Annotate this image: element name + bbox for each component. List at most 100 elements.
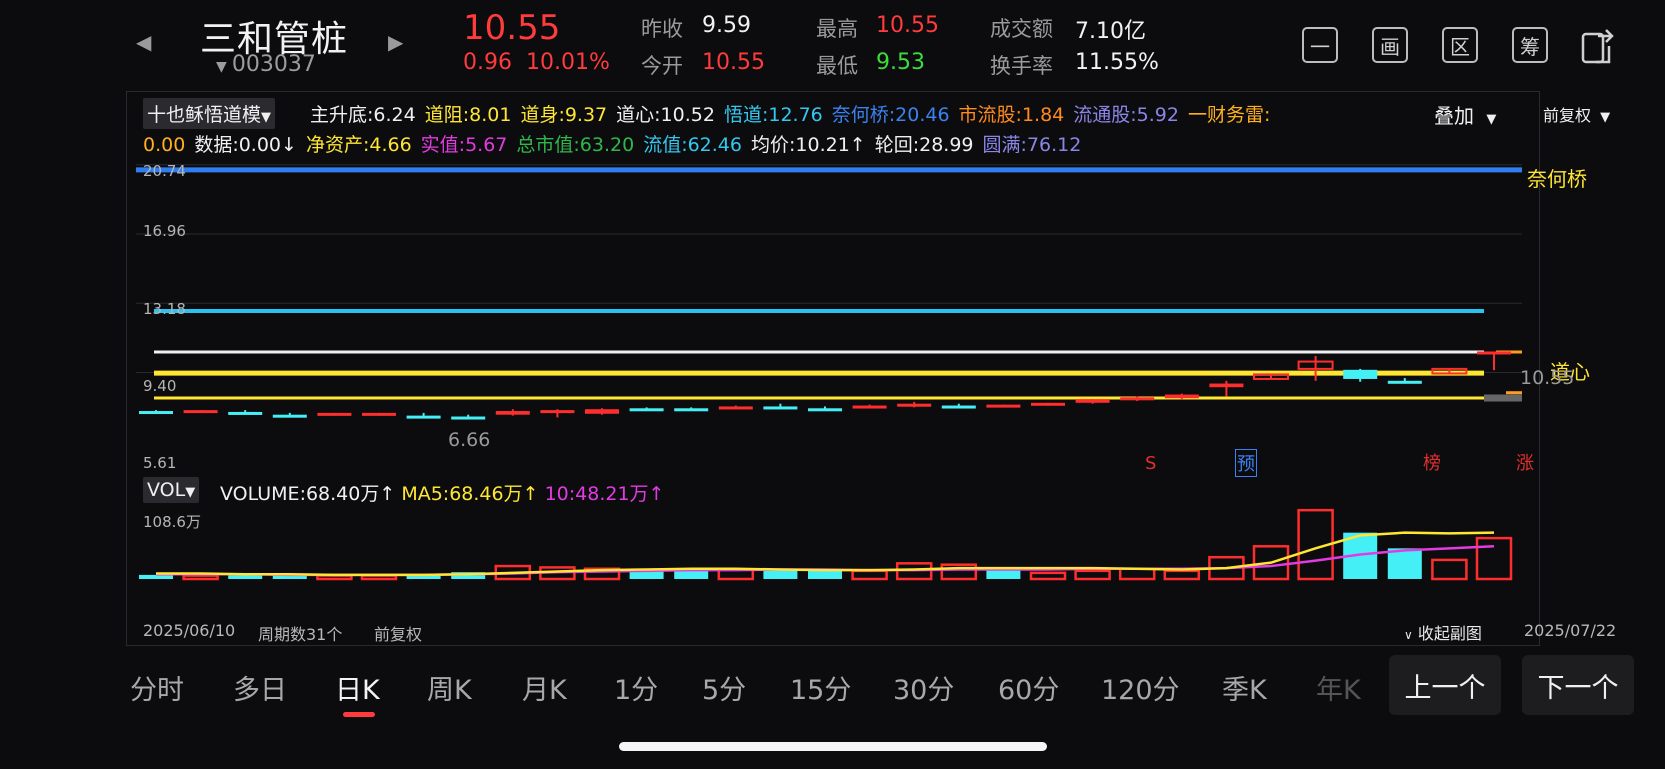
tab-daily-k[interactable]: 日K [335,668,380,707]
adjust-dropdown[interactable]: 前复权 ▼ [1543,102,1610,126]
open-label: 今开 [641,54,683,78]
range-button[interactable]: 区 [1442,27,1478,63]
indicator-legend-item: 一财务雷: [1187,104,1271,126]
prev-close-value: 9.59 [702,13,751,38]
overlay-dropdown[interactable]: 叠加 ▼ [1434,100,1496,129]
indicator-legend-item: 悟道:12.76 [723,104,823,126]
indicator-legend-item: 轮回:28.99 [874,134,974,156]
chip-button[interactable]: 筹 [1512,27,1548,63]
next-stock-icon[interactable]: ▶ [388,30,403,54]
min-price-label: 6.66 [448,429,491,451]
chevron-down-icon: ▼ [1486,112,1497,127]
volume-chart[interactable] [126,505,1540,625]
candle-body [585,409,619,414]
high-label: 最高 [816,17,858,41]
volume-bar [763,570,798,579]
candle-body [1387,380,1422,384]
indicator-legend-item: 均价:10.21↑ [750,134,866,156]
indicator-selector[interactable]: 十也稣悟道模▼ [143,98,276,129]
prev-stock-icon[interactable]: ◀ [136,30,151,54]
prev-stock-button[interactable]: 上一个 [1389,655,1501,715]
low-label: 最低 [816,54,858,78]
amount-label: 成交额 [990,17,1053,41]
overlay-label: 叠加 [1434,104,1474,128]
candle-body [1031,402,1065,406]
candle-body [674,408,709,412]
y-tick-4: 9.40 [143,377,177,395]
tab-monthly-k[interactable]: 月K [522,668,567,707]
indicator-legend-item: 市流股:1.84 [958,104,1065,126]
tab-year-k[interactable]: 年K [1316,668,1361,707]
open-value: 10.55 [702,50,765,75]
candle-body [183,410,218,414]
marker-zhang: 涨 [1516,453,1534,474]
volume-bar [1431,558,1468,581]
candle-body [629,408,664,412]
amount-value: 7.10亿 [1075,19,1146,44]
price-change-pct: 10.01% [526,50,610,75]
draw-button[interactable]: 画 [1372,27,1408,63]
indicator-legend-row1: 主升底:6.24 道阻:8.01 道身:9.37 道心:10.52 悟道:12.76 奈何… [310,100,1279,127]
indicator-legend-item: 0.00 [143,134,186,156]
tab-60min[interactable]: 60分 [998,668,1059,707]
tab-fenshi[interactable]: 分时 [130,668,184,707]
candle-body [763,406,798,410]
collapse-label: 收起副图 [1417,624,1482,643]
indicator-legend-item: 流值:62.46 [643,134,742,156]
chevron-down-icon: ▼ [185,485,196,500]
indicator-legend-item: 道阻:8.01 [424,104,512,126]
candle-body [941,405,976,409]
candle-body [1120,397,1155,401]
candle-body [1075,399,1110,403]
indicator-legend-row2: 0.00 数据:0.00↓ 净资产:4.66 实值:5.67 总市值:63.20 流值:6… [143,130,1090,157]
volume-bar [1074,569,1111,581]
draw-line-button[interactable]: 一 [1302,27,1338,63]
marker-yu: 预 [1235,449,1257,477]
volume-selector[interactable]: VOL▼ [143,477,200,503]
tab-120min[interactable]: 120分 [1101,668,1180,707]
share-icon[interactable] [1580,24,1620,66]
naihe-label: 奈何桥 [1527,167,1587,191]
tab-season-k[interactable]: 季K [1222,668,1267,707]
tab-30min[interactable]: 30分 [893,668,954,707]
y-tick-3: 13.18 [143,300,186,318]
tab-weekly-k[interactable]: 周K [427,668,472,707]
current-price: 10.55 [463,8,561,48]
turnover-label: 换手率 [990,54,1053,78]
adjust-label: 前复权 [1543,106,1592,125]
chevron-down-icon: ▼ [261,110,272,125]
volume-bar [1475,536,1513,581]
active-tab-indicator [343,712,375,717]
volume-bar [986,570,1021,579]
candle-body [139,411,173,415]
tab-15min[interactable]: 15分 [790,668,851,707]
footer-adjust: 前复权 [374,625,423,644]
period-count: 周期数31个 [258,625,343,644]
candle-body [986,404,1021,408]
volume-bar [851,569,888,581]
candle-body [897,403,932,407]
candle-body [406,415,441,419]
candle-body [1343,369,1378,379]
high-value: 10.55 [876,13,939,38]
indicator-legend-item: 圆满:76.12 [982,134,1082,156]
indicator-legend-item: 总市值:63.20 [516,134,635,156]
indicator-legend-item: 道身:9.37 [520,104,608,126]
stock-code: 003037 [231,52,316,77]
indicator-legend-item: 净资产:4.66 [305,134,412,156]
tab-5min[interactable]: 5分 [702,668,746,707]
tab-duori[interactable]: 多日 [233,668,287,707]
chevron-down-icon: ▼ [1600,110,1611,125]
end-date: 2025/07/22 [1524,621,1617,640]
candle-body [808,408,842,412]
tab-1min[interactable]: 1分 [614,668,658,707]
collapse-subchart-button[interactable]: ∨ 收起副图 [1404,620,1482,644]
next-stock-button[interactable]: 下一个 [1522,655,1634,715]
turnover-value: 11.55% [1075,50,1159,75]
indicator-legend-item: 主升底:6.24 [310,104,416,126]
candle-body [272,414,307,418]
stock-code-selector[interactable]: ▼ 003037 [216,52,316,77]
price-chart[interactable] [126,160,1540,470]
y-tick-5: 5.61 [143,454,177,472]
volume-bar [139,574,173,579]
